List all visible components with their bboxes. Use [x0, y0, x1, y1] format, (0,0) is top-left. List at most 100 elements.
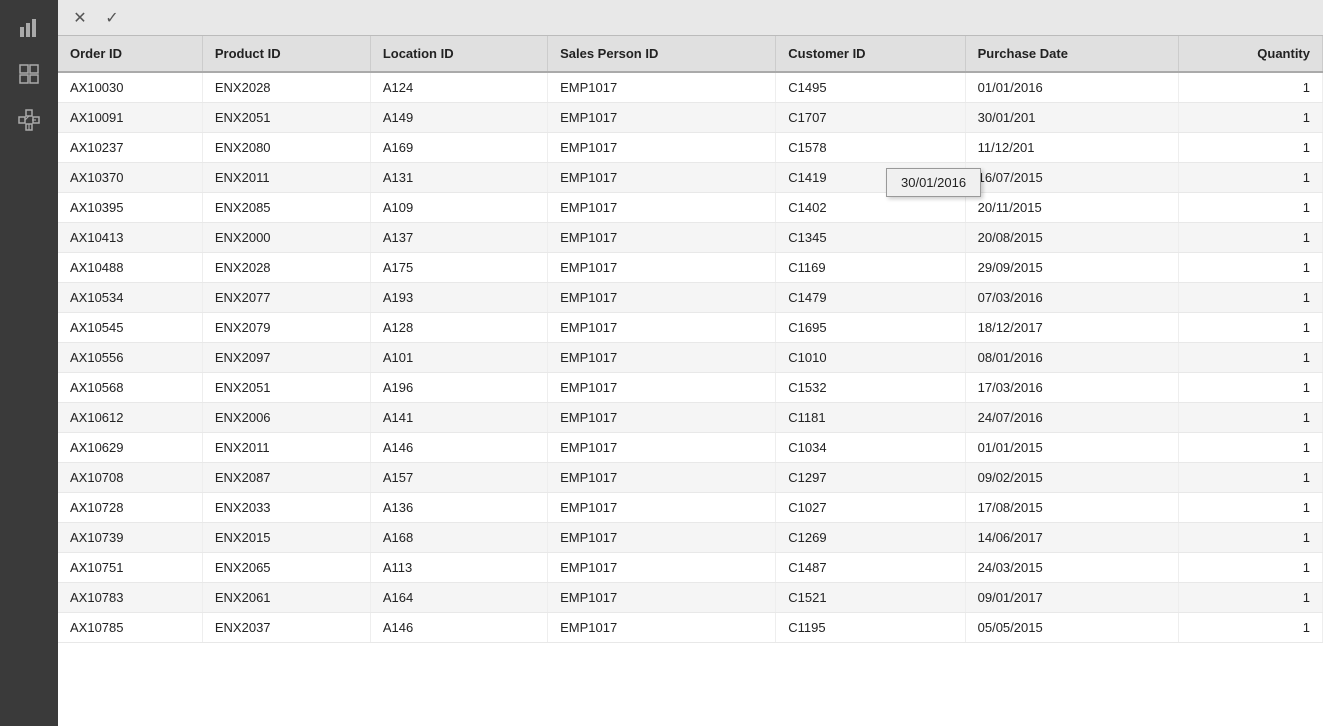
cell-order_id: AX10556 [58, 343, 202, 373]
cell-quantity: 1 [1179, 493, 1323, 523]
cell-customer_id: C1027 [776, 493, 965, 523]
cell-product_id: ENX2028 [202, 72, 370, 103]
cell-product_id: ENX2028 [202, 253, 370, 283]
cell-customer_id: C1695 [776, 313, 965, 343]
cell-customer_id: C1195 [776, 613, 965, 643]
cell-product_id: ENX2097 [202, 343, 370, 373]
cell-customer_id: C1419 [776, 163, 965, 193]
table-header-row: Order ID Product ID Location ID Sales Pe… [58, 36, 1323, 72]
table-row[interactable]: AX10545ENX2079A128EMP1017C169518/12/2017… [58, 313, 1323, 343]
cell-sales_person_id: EMP1017 [548, 343, 776, 373]
cell-order_id: AX10739 [58, 523, 202, 553]
cell-customer_id: C1487 [776, 553, 965, 583]
cell-customer_id: C1269 [776, 523, 965, 553]
cell-customer_id: C1521 [776, 583, 965, 613]
cell-purchase_date: 29/09/2015 [965, 253, 1178, 283]
cell-quantity: 1 [1179, 253, 1323, 283]
cell-sales_person_id: EMP1017 [548, 553, 776, 583]
cell-purchase_date: 11/12/201 [965, 133, 1178, 163]
cell-product_id: ENX2015 [202, 523, 370, 553]
col-header-product-id[interactable]: Product ID [202, 36, 370, 72]
toolbar: ✕ ✓ [58, 0, 1323, 36]
cell-product_id: ENX2061 [202, 583, 370, 613]
cell-sales_person_id: EMP1017 [548, 433, 776, 463]
cell-customer_id: C1010 [776, 343, 965, 373]
cell-location_id: A136 [370, 493, 547, 523]
cell-product_id: ENX2080 [202, 133, 370, 163]
table-row[interactable]: AX10413ENX2000A137EMP1017C134520/08/2015… [58, 223, 1323, 253]
cell-location_id: A149 [370, 103, 547, 133]
cell-sales_person_id: EMP1017 [548, 193, 776, 223]
table-row[interactable]: AX10091ENX2051A149EMP1017C170730/01/2011 [58, 103, 1323, 133]
col-header-customer-id[interactable]: Customer ID [776, 36, 965, 72]
col-header-quantity[interactable]: Quantity [1179, 36, 1323, 72]
col-header-purchase-date[interactable]: Purchase Date [965, 36, 1178, 72]
data-table: Order ID Product ID Location ID Sales Pe… [58, 36, 1323, 643]
cell-product_id: ENX2051 [202, 103, 370, 133]
table-row[interactable]: AX10488ENX2028A175EMP1017C116929/09/2015… [58, 253, 1323, 283]
cell-customer_id: C1034 [776, 433, 965, 463]
cell-quantity: 1 [1179, 193, 1323, 223]
cell-sales_person_id: EMP1017 [548, 613, 776, 643]
cell-product_id: ENX2065 [202, 553, 370, 583]
cell-purchase_date: 17/08/2015 [965, 493, 1178, 523]
cell-quantity: 1 [1179, 343, 1323, 373]
cell-location_id: A113 [370, 553, 547, 583]
cell-location_id: A169 [370, 133, 547, 163]
cell-sales_person_id: EMP1017 [548, 133, 776, 163]
cell-location_id: A131 [370, 163, 547, 193]
data-table-container[interactable]: Order ID Product ID Location ID Sales Pe… [58, 36, 1323, 726]
table-row[interactable]: AX10556ENX2097A101EMP1017C101008/01/2016… [58, 343, 1323, 373]
table-row[interactable]: AX10612ENX2006A141EMP1017C118124/07/2016… [58, 403, 1323, 433]
cell-location_id: A164 [370, 583, 547, 613]
cell-quantity: 1 [1179, 463, 1323, 493]
col-header-order-id[interactable]: Order ID [58, 36, 202, 72]
cell-product_id: ENX2051 [202, 373, 370, 403]
col-header-location-id[interactable]: Location ID [370, 36, 547, 72]
bar-chart-icon[interactable] [9, 8, 49, 48]
grid-table-icon[interactable] [9, 54, 49, 94]
cell-product_id: ENX2011 [202, 163, 370, 193]
cell-product_id: ENX2085 [202, 193, 370, 223]
table-row[interactable]: AX10030ENX2028A124EMP1017C149501/01/2016… [58, 72, 1323, 103]
confirm-button[interactable]: ✓ [98, 4, 126, 32]
table-row[interactable]: AX10534ENX2077A193EMP1017C147907/03/2016… [58, 283, 1323, 313]
table-row[interactable]: AX10783ENX2061A164EMP1017C152109/01/2017… [58, 583, 1323, 613]
cell-purchase_date: 07/03/2016 [965, 283, 1178, 313]
cell-purchase_date: 20/08/2015 [965, 223, 1178, 253]
table-row[interactable]: AX10237ENX2080A169EMP1017C157811/12/2011 [58, 133, 1323, 163]
cell-purchase_date: 20/11/2015 [965, 193, 1178, 223]
cell-order_id: AX10568 [58, 373, 202, 403]
cell-order_id: AX10395 [58, 193, 202, 223]
cell-customer_id: C1181 [776, 403, 965, 433]
cell-quantity: 1 [1179, 283, 1323, 313]
table-row[interactable]: AX10395ENX2085A109EMP1017C140220/11/2015… [58, 193, 1323, 223]
table-row[interactable]: AX10751ENX2065A113EMP1017C148724/03/2015… [58, 553, 1323, 583]
table-row[interactable]: AX10785ENX2037A146EMP1017C119505/05/2015… [58, 613, 1323, 643]
cell-purchase_date: 09/01/2017 [965, 583, 1178, 613]
table-row[interactable]: AX10568ENX2051A196EMP1017C153217/03/2016… [58, 373, 1323, 403]
table-row[interactable]: AX10728ENX2033A136EMP1017C102717/08/2015… [58, 493, 1323, 523]
cell-purchase_date: 01/01/2015 [965, 433, 1178, 463]
cell-customer_id: C1402 [776, 193, 965, 223]
cell-sales_person_id: EMP1017 [548, 283, 776, 313]
cell-location_id: A157 [370, 463, 547, 493]
cell-product_id: ENX2000 [202, 223, 370, 253]
cell-location_id: A146 [370, 433, 547, 463]
cell-order_id: AX10783 [58, 583, 202, 613]
cancel-button[interactable]: ✕ [66, 4, 94, 32]
diagram-icon[interactable] [9, 100, 49, 140]
cell-quantity: 1 [1179, 163, 1323, 193]
table-row[interactable]: AX10370ENX2011A131EMP1017C141916/07/2015… [58, 163, 1323, 193]
cell-location_id: A101 [370, 343, 547, 373]
cell-order_id: AX10629 [58, 433, 202, 463]
table-row[interactable]: AX10629ENX2011A146EMP1017C103401/01/2015… [58, 433, 1323, 463]
table-row[interactable]: AX10739ENX2015A168EMP1017C126914/06/2017… [58, 523, 1323, 553]
cell-order_id: AX10370 [58, 163, 202, 193]
cell-quantity: 1 [1179, 133, 1323, 163]
cell-location_id: A141 [370, 403, 547, 433]
col-header-sales-person-id[interactable]: Sales Person ID [548, 36, 776, 72]
table-row[interactable]: AX10708ENX2087A157EMP1017C129709/02/2015… [58, 463, 1323, 493]
cell-location_id: A175 [370, 253, 547, 283]
cell-sales_person_id: EMP1017 [548, 523, 776, 553]
